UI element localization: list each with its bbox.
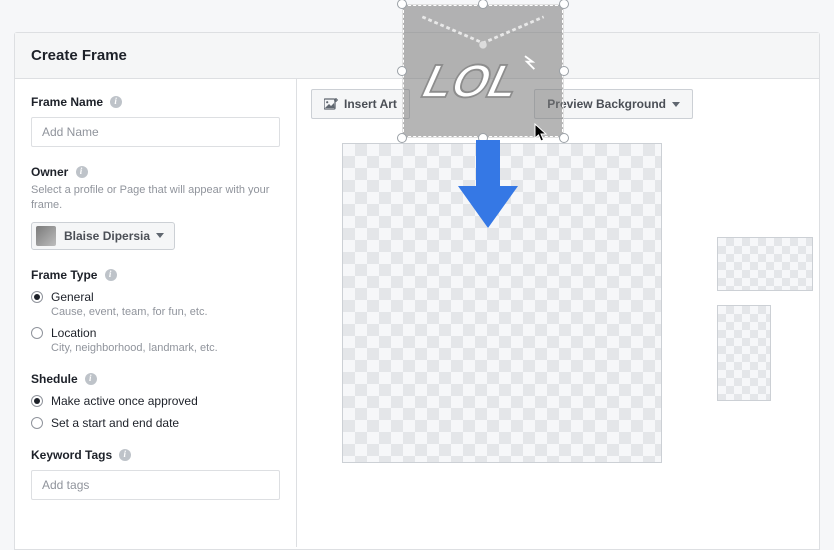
radio-icon (31, 417, 43, 429)
owner-label: Owner (31, 165, 68, 179)
radio-label: Set a start and end date (51, 416, 179, 430)
frame-type-option-general[interactable]: General (31, 290, 280, 304)
radio-label: Location (51, 326, 96, 340)
caret-down-icon (156, 233, 164, 238)
preview-thumb-portrait[interactable] (717, 305, 771, 401)
frame-name-group: Frame Name (31, 95, 280, 147)
frame-type-group: Frame Type General Cause, event, team, f… (31, 268, 280, 354)
frame-type-label: Frame Type (31, 268, 97, 282)
preview-rail (707, 79, 819, 547)
resize-handle-icon[interactable] (559, 66, 569, 76)
radio-icon (31, 395, 43, 407)
keyword-tags-input[interactable] (31, 470, 280, 500)
owner-helper: Select a profile or Page that will appea… (31, 183, 280, 214)
schedule-label: Shedule (31, 372, 78, 386)
info-icon[interactable] (110, 96, 122, 108)
preview-thumb-landscape[interactable] (717, 237, 813, 291)
info-icon[interactable] (105, 269, 117, 281)
radio-icon (31, 291, 43, 303)
radio-icon (31, 327, 43, 339)
radio-desc: Cause, event, team, for fun, etc. (51, 306, 280, 318)
insert-art-button[interactable]: Insert Art (311, 89, 410, 119)
cursor-icon (534, 123, 548, 146)
caret-down-icon (672, 102, 680, 107)
resize-handle-icon[interactable] (559, 0, 569, 9)
schedule-option-dates[interactable]: Set a start and end date (31, 416, 280, 430)
schedule-option-active[interactable]: Make active once approved (31, 394, 280, 408)
svg-text:LOL: LOL (418, 56, 524, 108)
radio-label: Make active once approved (51, 394, 198, 408)
resize-handle-icon[interactable] (397, 133, 407, 143)
info-icon[interactable] (85, 373, 97, 385)
frame-type-option-location[interactable]: Location (31, 326, 280, 340)
keyword-tags-group: Keyword Tags (31, 448, 280, 500)
radio-label: General (51, 290, 94, 304)
owner-selector[interactable]: Blaise Dipersia (31, 222, 175, 250)
owner-group: Owner Select a profile or Page that will… (31, 165, 280, 250)
dragged-art-selection[interactable]: LOL (398, 0, 568, 142)
drop-arrow-icon (454, 140, 522, 233)
resize-handle-icon[interactable] (397, 66, 407, 76)
owner-selected-name: Blaise Dipersia (64, 229, 150, 243)
resize-handle-icon[interactable] (559, 133, 569, 143)
info-icon[interactable] (119, 449, 131, 461)
lol-necklace-art-icon: LOL (413, 15, 553, 127)
schedule-group: Shedule Make active once approved Set a … (31, 372, 280, 430)
frame-name-label: Frame Name (31, 95, 103, 109)
sidebar: Frame Name Owner Select a profile or Pag… (15, 79, 297, 547)
info-icon[interactable] (76, 166, 88, 178)
image-plus-icon (324, 98, 338, 110)
frame-name-input[interactable] (31, 117, 280, 147)
radio-desc: City, neighborhood, landmark, etc. (51, 342, 280, 354)
keyword-tags-label: Keyword Tags (31, 448, 112, 462)
avatar (36, 226, 56, 246)
insert-art-label: Insert Art (344, 97, 397, 111)
